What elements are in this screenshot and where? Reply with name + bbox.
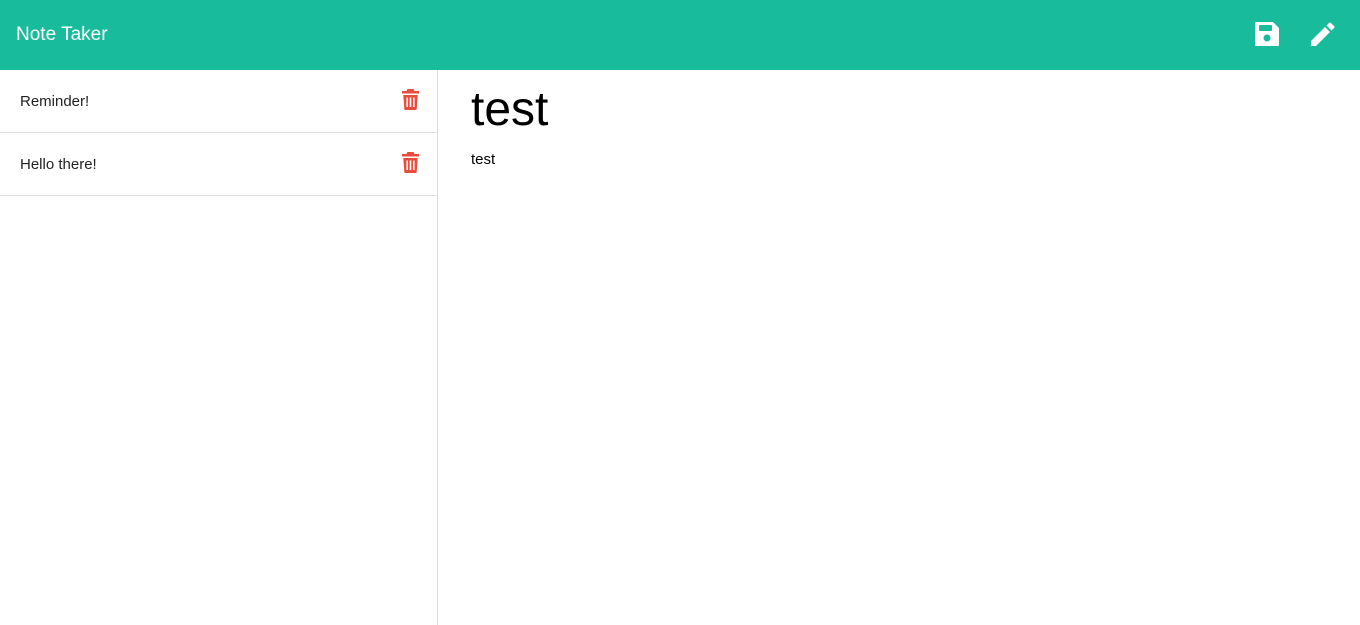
pencil-icon [1311,22,1335,46]
delete-note-button[interactable] [401,88,420,110]
navbar: Note Taker [0,0,1360,70]
note-title[interactable]: Hello there! [20,155,97,175]
note-title[interactable]: Reminder! [20,92,89,112]
note-text-field[interactable]: test [471,150,495,170]
notes-sidebar: Reminder! Hello there! [0,70,438,625]
note-list: Reminder! Hello there! [0,70,437,196]
delete-note-button[interactable] [401,151,420,173]
save-note-button[interactable] [1253,20,1281,48]
list-item[interactable]: Hello there! [0,133,437,196]
list-item[interactable]: Reminder! [0,70,437,133]
new-note-button[interactable] [1308,20,1336,48]
note-editor: test test [439,70,1360,625]
floppy-disk-icon [1255,22,1279,46]
trash-icon [402,152,419,173]
app-brand[interactable]: Note Taker [16,23,108,47]
note-title-field[interactable]: test [471,82,548,138]
trash-icon [402,89,419,110]
